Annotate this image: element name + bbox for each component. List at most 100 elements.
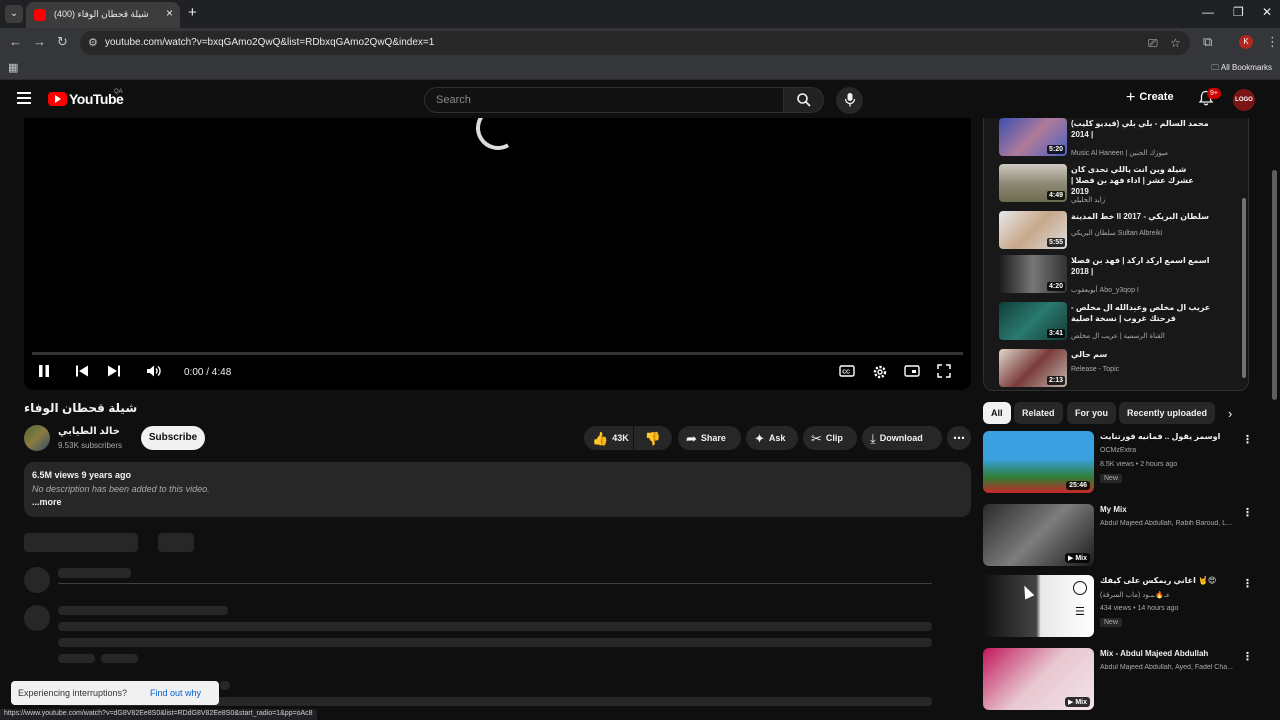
site-info-icon[interactable]: ⚙ <box>88 36 98 49</box>
description-text: No description has been added to this vi… <box>32 484 210 494</box>
all-bookmarks-button[interactable]: 🗀 All Bookmarks <box>1211 62 1272 76</box>
watch-later-icon[interactable] <box>1073 581 1087 595</box>
browser-tab[interactable]: (400) شيلة قحطان الوفاء × <box>26 2 180 28</box>
more-vert-icon[interactable]: ⋮ <box>1242 650 1253 663</box>
add-to-queue-icon[interactable]: ☰ <box>1075 605 1085 618</box>
more-actions-button[interactable]: ⋯ <box>947 426 971 450</box>
recommendation-thumbnail[interactable]: ☰ <box>983 575 1094 637</box>
minimize-icon[interactable]: — <box>1202 5 1214 19</box>
description-more-link[interactable]: ...more <box>32 497 62 507</box>
maximize-icon[interactable]: ❐ <box>1233 5 1244 19</box>
share-button[interactable]: ➦ Share <box>678 426 741 450</box>
playlist-item[interactable]: 4:20 اسمع اسمع اركد اركد | فهد بن فصلا |… <box>999 255 1239 297</box>
pause-button[interactable] <box>38 364 50 381</box>
recommendation-item[interactable]: ☰ اغاني ريمكس على كيفك 🤘😍 عـ🔥ـبـود (ماب … <box>983 575 1253 639</box>
playlist-item-title: عريب ال مخلص وعبدالله ال مخلص - فرحتك غر… <box>1071 303 1211 323</box>
more-horiz-icon: ⋯ <box>953 431 965 445</box>
recommendation-item[interactable]: 25:46 اوسمز يقول .. فمانيه فورتنايت OCMz… <box>983 431 1253 495</box>
duration-badge: 5:55 <box>1046 238 1065 247</box>
tab-close-icon[interactable]: × <box>166 6 173 20</box>
chip-related[interactable]: Related <box>1014 402 1063 424</box>
address-bar[interactable]: ⚙ youtube.com/watch?v=bxqGAmo2QwQ&list=R… <box>80 31 1190 55</box>
playlist-item[interactable]: 2:13 سم حالي Release - Topic <box>999 349 1239 390</box>
channel-avatar[interactable] <box>24 425 50 451</box>
playlist-item[interactable]: 3:41 عريب ال مخلص وعبدالله ال مخلص - فرح… <box>999 302 1239 344</box>
captions-button[interactable]: CC <box>839 364 855 381</box>
recommendation-item[interactable]: ▶ Mix Mix - Abdul Majeed Abdullah Abdul … <box>983 648 1253 712</box>
more-vert-icon[interactable]: ⋮ <box>1242 506 1253 519</box>
voice-search-button[interactable] <box>836 87 863 114</box>
theater-mode-button[interactable] <box>904 364 920 381</box>
cast-icon[interactable]: ⎚ <box>1148 36 1158 51</box>
back-icon[interactable]: ← <box>9 34 22 49</box>
subscribe-button[interactable]: Subscribe <box>141 426 205 450</box>
chip-for-you[interactable]: For you <box>1067 402 1116 424</box>
tab-title: (400) شيلة قحطان الوفاء <box>54 9 149 19</box>
skeleton-line <box>220 681 230 690</box>
recommendation-artists: Abdul Majeed Abdullah, Ayed, Fadel Cha..… <box>1100 664 1233 671</box>
dislike-button[interactable]: 👎 <box>634 426 672 450</box>
download-label: Download <box>879 433 923 443</box>
new-tab-button[interactable]: + <box>188 4 197 21</box>
fullscreen-button[interactable] <box>937 364 951 381</box>
playlist-item[interactable]: 5:20 محمد السالم - بلي بلي (فيديو كليب) … <box>999 118 1239 160</box>
bookmark-star-icon[interactable]: ☆ <box>1170 36 1181 50</box>
clip-button[interactable]: ✂ Clip <box>803 426 857 450</box>
recommendation-thumbnail[interactable]: 25:46 <box>983 431 1094 493</box>
search-button[interactable] <box>784 87 824 113</box>
recommendation-item[interactable]: ▶ Mix My Mix Abdul Majeed Abdullah, Rabi… <box>983 504 1253 568</box>
guide-menu-icon[interactable] <box>17 92 31 104</box>
previous-button[interactable] <box>75 364 89 381</box>
youtube-logo-icon[interactable] <box>48 92 67 106</box>
more-vert-icon[interactable]: ⋮ <box>1242 433 1253 446</box>
profile-avatar[interactable]: K <box>1239 35 1253 49</box>
chip-recently-uploaded[interactable]: Recently uploaded <box>1119 402 1216 424</box>
divider <box>58 583 932 584</box>
captions-icon: CC <box>839 365 855 377</box>
recommendation-channel: OCMzExtra <box>1100 447 1137 454</box>
mix-label: Mix <box>1075 555 1087 562</box>
playlist-thumbnail: 5:55 <box>999 211 1067 249</box>
playlist-item-title: اسمع اسمع اركد اركد | فهد بن فصلا | 2018 <box>1071 256 1210 276</box>
scissors-icon: ✂ <box>811 431 822 446</box>
apps-grid-icon[interactable]: ▦ <box>8 61 18 74</box>
reload-icon[interactable]: ↻ <box>57 34 68 50</box>
forward-icon[interactable]: → <box>33 34 46 49</box>
find-out-why-link[interactable]: Find out why <box>150 688 201 698</box>
download-button[interactable]: ⤓ Download <box>862 426 942 450</box>
settings-button[interactable] <box>872 364 888 383</box>
description-box[interactable]: 6.5M views 9 years ago No description ha… <box>24 462 971 517</box>
recommendation-title: Mix - Abdul Majeed Abdullah <box>1100 649 1209 658</box>
search-placeholder: Search <box>436 94 471 106</box>
channel-name[interactable]: خالد الطيابي <box>58 426 120 437</box>
progress-bar[interactable] <box>32 352 963 355</box>
account-avatar[interactable]: LOGO <box>1233 89 1255 111</box>
create-button[interactable]: + Create <box>1126 89 1174 107</box>
page-scrollbar[interactable] <box>1272 170 1277 400</box>
more-vert-icon[interactable]: ⋮ <box>1242 577 1253 590</box>
recommendation-thumbnail[interactable]: ▶ Mix <box>983 504 1094 566</box>
next-button[interactable] <box>107 364 121 381</box>
playlist-item-channel: سلطان البريكي Sultan Albreiki <box>1071 230 1163 237</box>
url-text[interactable]: youtube.com/watch?v=bxqGAmo2QwQ&list=RDb… <box>105 37 434 48</box>
like-button[interactable]: 👍 43K <box>584 426 633 450</box>
ask-button[interactable]: ✦ Ask <box>746 426 798 450</box>
video-player[interactable]: 0:00 / 4:48 CC <box>24 118 971 390</box>
playlist-item[interactable]: 5:55 سلطان البريكي - 2017 ll خط المدينة … <box>999 211 1239 253</box>
recommendation-thumbnail[interactable]: ▶ Mix <box>983 648 1094 710</box>
playlist-item[interactable]: 4:49 شيلة وين انت ياللي تحدى كان عشرك عش… <box>999 164 1239 206</box>
search-input[interactable]: Search <box>424 87 784 113</box>
chevron-right-icon[interactable]: › <box>1228 406 1232 421</box>
subscriber-count: 9.53K subscribers <box>58 441 123 450</box>
duration-badge: 3:41 <box>1046 329 1065 338</box>
chip-all[interactable]: All <box>983 402 1011 424</box>
country-code: QA <box>114 89 123 95</box>
tab-search-menu[interactable]: ⌄ <box>5 5 23 23</box>
playlist-item-title: سلطان البريكي - 2017 ll خط المدينة <box>1071 212 1209 221</box>
playlist-scrollbar[interactable] <box>1242 198 1246 378</box>
extensions-icon[interactable]: ⧉ <box>1203 34 1212 50</box>
skeleton-avatar <box>24 605 50 631</box>
browser-menu-icon[interactable]: ⋮ <box>1266 34 1279 50</box>
close-window-icon[interactable]: ✕ <box>1262 5 1272 19</box>
volume-button[interactable] <box>146 364 162 381</box>
